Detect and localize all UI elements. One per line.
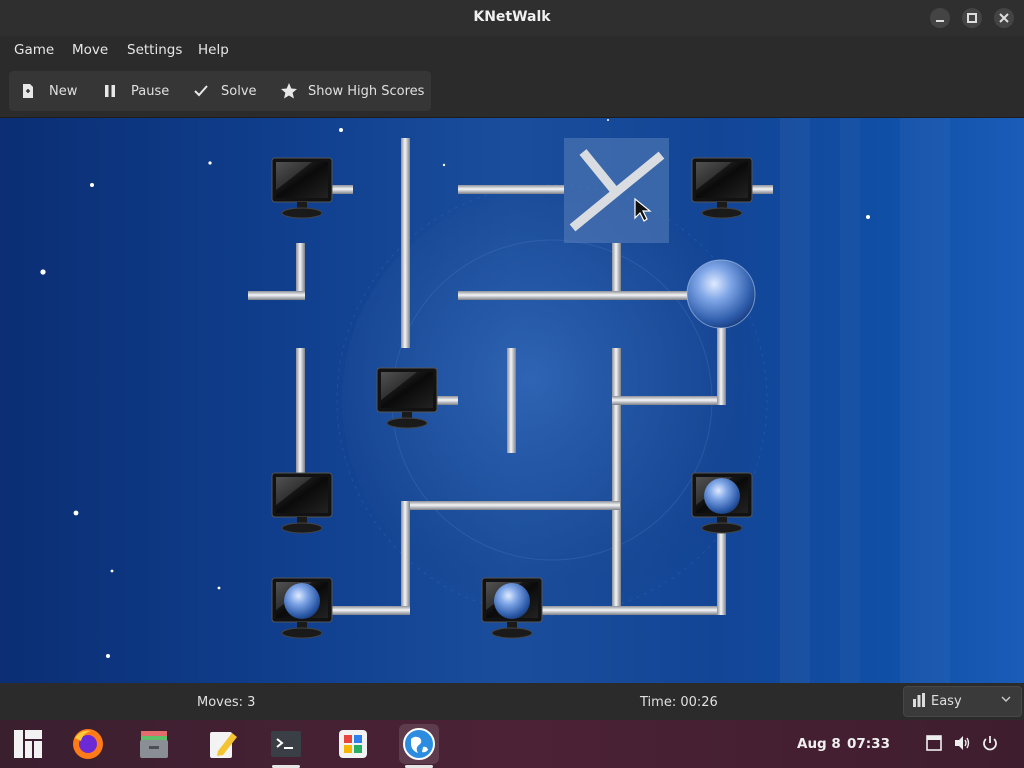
toolbar: New Pause Solve Show High Scores: [9, 71, 431, 111]
menu-move[interactable]: Move: [72, 42, 108, 58]
firefox-icon[interactable]: [68, 724, 108, 764]
computer-icon: [271, 472, 333, 534]
new-label: New: [49, 83, 78, 99]
knetwalk-icon[interactable]: [399, 724, 439, 768]
close-button[interactable]: [994, 8, 1014, 28]
maximize-button[interactable]: [962, 8, 982, 28]
chevron-down-icon: [1001, 696, 1011, 702]
clipboard-tray-icon[interactable]: [925, 734, 943, 752]
window-title: KNetWalk: [473, 9, 551, 25]
difficulty-dropdown[interactable]: Easy: [903, 686, 1022, 717]
menu-help[interactable]: Help: [198, 42, 229, 58]
minimize-button[interactable]: [930, 8, 950, 28]
star-icon: [281, 83, 297, 99]
solve-button[interactable]: Solve: [193, 71, 257, 111]
show-high-scores-button[interactable]: Show High Scores: [280, 71, 424, 111]
terminal-icon[interactable]: [266, 724, 306, 768]
elapsed-time: Time: 00:26: [640, 695, 718, 710]
moves-counter: Moves: 3: [197, 695, 256, 710]
computer-icon: [271, 157, 333, 219]
clock-date[interactable]: Aug 8: [797, 736, 841, 752]
game-board-area[interactable]: [0, 118, 1024, 683]
text-editor-icon[interactable]: [203, 724, 243, 764]
connected-computer-icon: [271, 577, 333, 639]
close-icon: [999, 13, 1009, 23]
toolbar-area: New Pause Solve Show High Scores: [0, 64, 1024, 118]
taskbar: Aug 8 07:33: [0, 720, 1024, 768]
maximize-icon: [967, 13, 977, 23]
files-icon[interactable]: [134, 724, 174, 764]
menu-bar: Game Move Settings Help: [0, 36, 1024, 64]
pause-icon: [105, 85, 115, 97]
title-bar: KNetWalk: [0, 0, 1024, 36]
checkmark-icon: [194, 85, 208, 97]
connected-computer-icon: [481, 577, 543, 639]
computer-icon: [691, 157, 753, 219]
status-bar: Moves: 3 Time: 00:26 Easy: [0, 683, 1024, 720]
solve-label: Solve: [221, 83, 257, 99]
power-icon[interactable]: [981, 734, 999, 752]
clock-time[interactable]: 07:33: [847, 736, 890, 752]
menu-settings[interactable]: Settings: [127, 42, 182, 58]
software-store-icon[interactable]: [333, 724, 373, 764]
manjaro-menu-icon[interactable]: [8, 724, 48, 764]
difficulty-label: Easy: [931, 694, 962, 709]
server-globe-icon: [686, 259, 756, 329]
show-high-scores-label: Show High Scores: [308, 83, 425, 99]
menu-game[interactable]: Game: [14, 42, 54, 58]
pause-button[interactable]: Pause: [103, 71, 169, 111]
new-button[interactable]: New: [21, 71, 77, 111]
volume-icon[interactable]: [953, 734, 971, 752]
pause-label: Pause: [131, 83, 170, 99]
new-document-icon: [23, 84, 33, 98]
bar-chart-icon: [913, 693, 925, 707]
game-board[interactable]: [0, 118, 1024, 683]
minimize-icon: [936, 20, 944, 22]
